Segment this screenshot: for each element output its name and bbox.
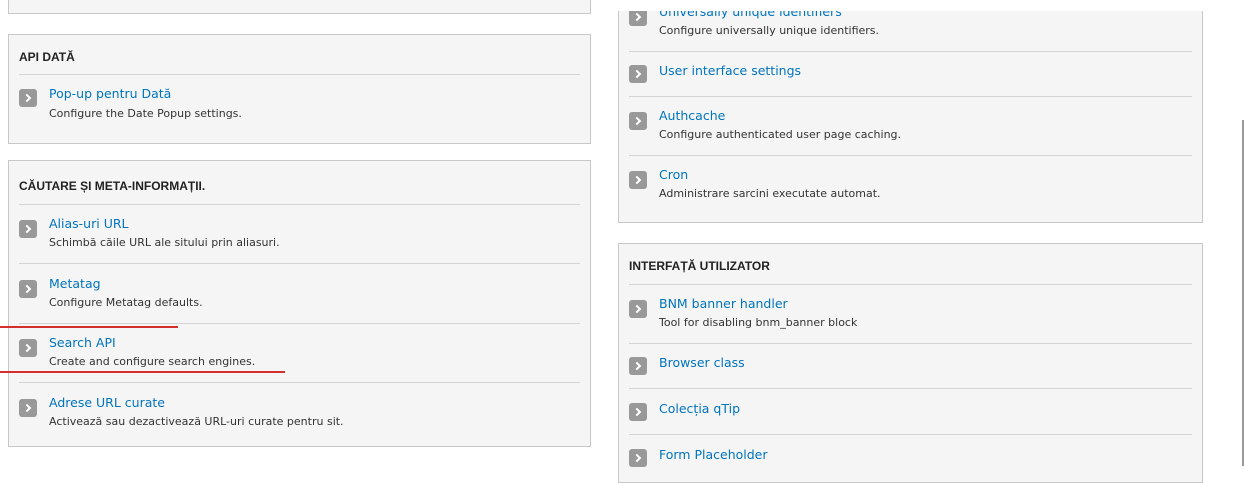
panel-title: CĂUTARE ȘI META-INFORMAȚII. xyxy=(19,179,206,193)
panel-user-interface: INTERFAȚĂ UTILIZATOR BNM banner handler … xyxy=(618,243,1203,483)
item-link-date-popup[interactable]: Pop-up pentru Dată xyxy=(49,86,171,101)
item-description: Activează sau dezactivează URL-uri curat… xyxy=(49,415,344,428)
item-description: Create and configure search engines. xyxy=(49,355,256,368)
chevron-right-icon xyxy=(19,339,37,357)
chevron-right-icon xyxy=(19,220,37,238)
chevron-right-icon xyxy=(629,449,647,467)
item-description: Tool for disabling bnm_banner block xyxy=(659,316,858,329)
item-link-metatag[interactable]: Metatag xyxy=(49,276,101,291)
chevron-right-icon xyxy=(629,300,647,318)
divider xyxy=(19,323,580,324)
item-description: Administrare sarcini executate automat. xyxy=(659,187,881,200)
item-link-authcache[interactable]: Authcache xyxy=(659,108,725,123)
item-link-browser-class[interactable]: Browser class xyxy=(659,355,745,370)
chevron-right-icon xyxy=(629,357,647,375)
divider xyxy=(19,204,580,205)
item-description: Schimbă căile URL ale sitului prin alias… xyxy=(49,236,280,249)
item-link-user-interface-settings[interactable]: User interface settings xyxy=(659,63,801,78)
divider xyxy=(19,74,580,75)
chevron-right-icon xyxy=(629,403,647,421)
item-link-clean-urls[interactable]: Adrese URL curate xyxy=(49,395,165,410)
panel-api-data: API DATĂ Pop-up pentru Dată Configure th… xyxy=(8,34,591,144)
panel-search-meta: CĂUTARE ȘI META-INFORMAȚII. Alias-uri UR… xyxy=(8,160,591,447)
divider xyxy=(629,343,1192,344)
item-link-qtip[interactable]: Colecția qTip xyxy=(659,401,740,416)
chevron-right-icon xyxy=(629,112,647,130)
item-link-form-placeholder[interactable]: Form Placeholder xyxy=(659,447,768,462)
chevron-right-icon xyxy=(19,89,37,107)
divider xyxy=(629,388,1192,389)
item-description: Configure Metatag defaults. xyxy=(49,296,203,309)
window-edge xyxy=(1242,120,1244,466)
chevron-right-icon xyxy=(19,280,37,298)
item-description: Configure authenticated user page cachin… xyxy=(659,128,902,141)
item-link-bnm-banner-handler[interactable]: BNM banner handler xyxy=(659,296,788,311)
panel-title: INTERFAȚĂ UTILIZATOR xyxy=(629,259,770,273)
chevron-right-icon xyxy=(629,65,647,83)
panel-system-settings: Universally unique identifiers Configure… xyxy=(618,0,1203,223)
item-description: Configure the Date Popup settings. xyxy=(49,107,242,120)
annotation-underline-bottom xyxy=(0,371,285,373)
chevron-right-icon xyxy=(19,399,37,417)
divider xyxy=(19,382,580,383)
chevron-right-icon xyxy=(629,171,647,189)
divider xyxy=(629,155,1192,156)
item-link-url-aliases[interactable]: Alias-uri URL xyxy=(49,216,129,231)
divider xyxy=(629,434,1192,435)
divider xyxy=(629,284,1192,285)
item-link-search-api[interactable]: Search API xyxy=(49,335,116,350)
annotation-underline-top xyxy=(0,326,178,328)
top-crop-mask xyxy=(600,0,1246,11)
panel-title: API DATĂ xyxy=(19,50,75,64)
item-link-cron[interactable]: Cron xyxy=(659,167,688,182)
divider xyxy=(19,263,580,264)
item-description: Configure universally unique identifiers… xyxy=(659,24,880,37)
partial-panel-top-left xyxy=(8,0,591,14)
divider xyxy=(629,51,1192,52)
divider xyxy=(629,96,1192,97)
